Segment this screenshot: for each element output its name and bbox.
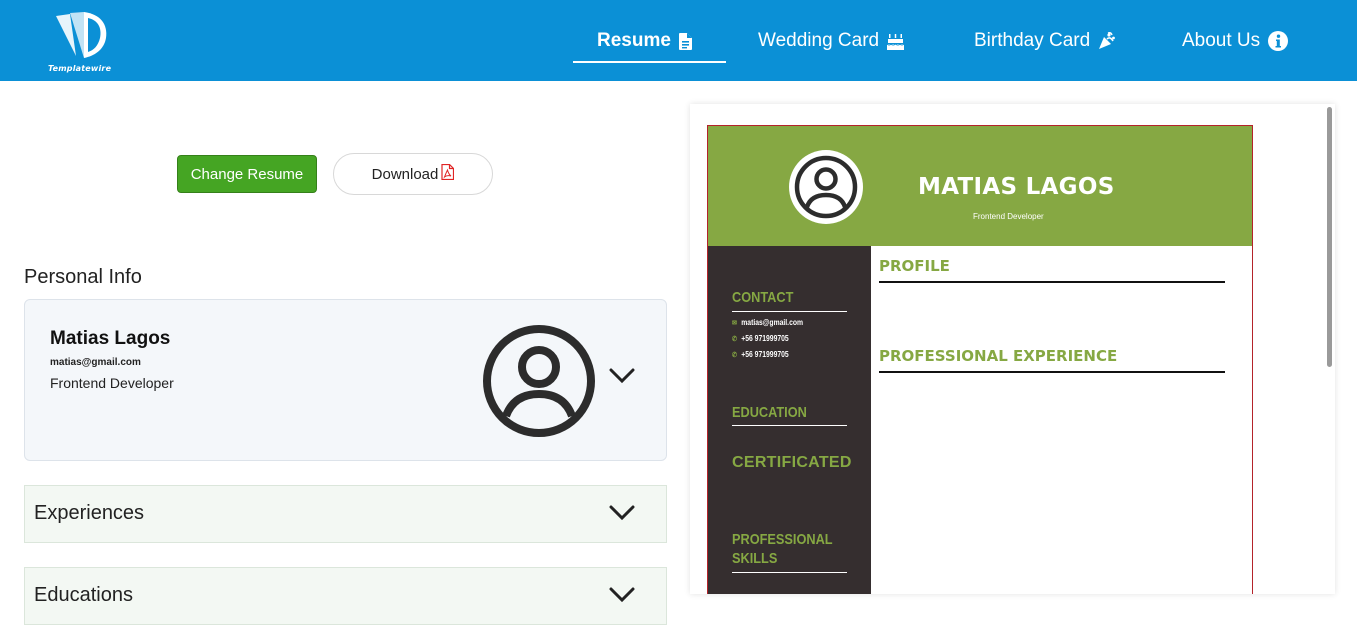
nav-birthday-card-label: Birthday Card bbox=[974, 30, 1091, 51]
chevron-down-icon[interactable] bbox=[608, 367, 636, 389]
personal-info-card[interactable]: Matias Lagos matias@gmail.com Frontend D… bbox=[24, 299, 667, 461]
accordion-educations[interactable]: Educations bbox=[24, 567, 667, 625]
resume-contact-email: ✉ matias@gmail.com bbox=[732, 318, 803, 327]
accordion-experiences-label: Experiences bbox=[34, 502, 145, 524]
resume-name: MATIAS LAGOS bbox=[918, 174, 1115, 200]
change-resume-button[interactable]: Change Resume bbox=[177, 155, 317, 193]
resume-contact-phone: ✆ +56 971999705 bbox=[732, 350, 789, 359]
phone-icon: ✆ bbox=[732, 335, 737, 343]
templatewire-logo[interactable]: Templatewire bbox=[48, 8, 118, 74]
divider bbox=[732, 425, 847, 426]
resume-contact-heading: CONTACT bbox=[732, 289, 794, 306]
nav-birthday-card[interactable]: Birthday Card bbox=[974, 28, 1116, 54]
personal-role: Frontend Developer bbox=[50, 375, 174, 391]
resume-sidebar: CONTACT ✉ matias@gmail.com ✆ +56 9719997… bbox=[708, 246, 871, 594]
resume-phone-text: +56 971999705 bbox=[741, 334, 789, 343]
nav-resume[interactable]: Resume bbox=[597, 28, 692, 54]
resume-experience-heading: PROFESSIONAL EXPERIENCE bbox=[879, 347, 1118, 365]
resume-profile-heading: PROFILE bbox=[879, 257, 950, 275]
resume-education-heading: EDUCATION bbox=[732, 404, 807, 421]
divider bbox=[879, 281, 1225, 283]
nav-wedding-card[interactable]: Wedding Card bbox=[758, 28, 905, 54]
resume-certificated-heading: CERTIFICATED bbox=[732, 454, 852, 471]
top-navbar: Templatewire Resume Wedding Card Birthda… bbox=[0, 0, 1357, 81]
party-icon bbox=[1098, 32, 1116, 50]
nav-about-us-label: About Us bbox=[1182, 30, 1261, 51]
resume-preview-panel[interactable]: MATIAS LAGOS Frontend Developer CONTACT … bbox=[690, 104, 1335, 594]
chevron-down-icon bbox=[608, 504, 636, 526]
pdf-file-icon bbox=[441, 163, 455, 184]
resume-phone-text: +56 971999705 bbox=[741, 350, 789, 359]
personal-email: matias@gmail.com bbox=[50, 357, 141, 368]
nav-resume-label: Resume bbox=[597, 30, 671, 51]
divider bbox=[879, 371, 1225, 373]
download-button[interactable]: Download bbox=[333, 153, 493, 195]
resume-job-title: Frontend Developer bbox=[973, 212, 1044, 221]
user-avatar-icon[interactable] bbox=[482, 324, 596, 438]
resume-header: MATIAS LAGOS Frontend Developer bbox=[708, 126, 1252, 246]
resume-contact-phone: ✆ +56 971999705 bbox=[732, 334, 789, 343]
nav-about-us[interactable]: About Us bbox=[1182, 28, 1289, 54]
logo-mark-icon bbox=[56, 12, 107, 58]
resume-skills-heading-line2: SKILLS bbox=[732, 550, 778, 567]
envelope-icon: ✉ bbox=[732, 319, 737, 327]
user-avatar-icon bbox=[794, 155, 858, 219]
divider bbox=[732, 572, 847, 573]
phone-icon: ✆ bbox=[732, 351, 737, 359]
accordion-experiences[interactable]: Experiences bbox=[24, 485, 667, 543]
active-tab-underline bbox=[573, 61, 726, 63]
accordion-educations-label: Educations bbox=[34, 584, 133, 606]
info-icon bbox=[1268, 31, 1289, 51]
cake-icon bbox=[887, 33, 905, 50]
personal-name: Matias Lagos bbox=[50, 328, 171, 349]
preview-scrollbar[interactable] bbox=[1327, 107, 1332, 367]
resume-document: MATIAS LAGOS Frontend Developer CONTACT … bbox=[707, 125, 1253, 594]
divider bbox=[732, 311, 847, 312]
resume-skills-heading: PROFESSIONAL bbox=[732, 531, 833, 548]
chevron-down-icon bbox=[608, 586, 636, 608]
nav-wedding-card-label: Wedding Card bbox=[758, 30, 880, 51]
personal-info-title: Personal Info bbox=[24, 266, 142, 288]
resume-avatar bbox=[789, 150, 863, 224]
file-text-icon bbox=[678, 32, 692, 50]
resume-email-text: matias@gmail.com bbox=[741, 318, 804, 327]
download-button-label: Download bbox=[371, 165, 439, 183]
logo-text: Templatewire bbox=[48, 64, 112, 73]
